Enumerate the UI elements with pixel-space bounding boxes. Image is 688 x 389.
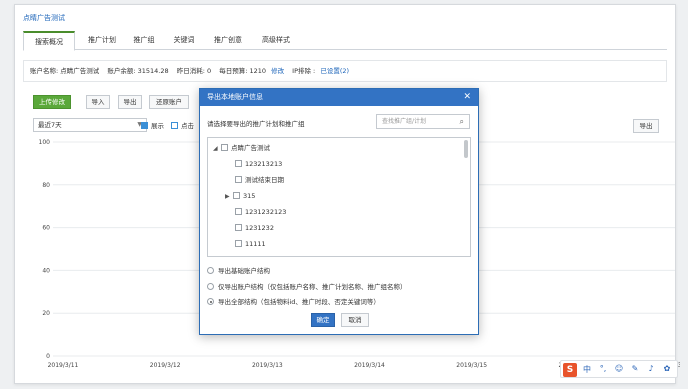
radio-button-selected[interactable] — [207, 298, 214, 305]
tree-item[interactable]: 123213213 — [235, 158, 282, 170]
dialog-prompt: 请选择要导出的推广计划和推广组 — [207, 120, 305, 128]
legend-click-label: 点击 — [181, 122, 194, 130]
plan-tree: ◢ 点睛广告测试 123213213 测试结束日期 ▶ 315 1231232123… — [207, 137, 471, 257]
chart-export-button[interactable]: 导出 — [633, 119, 659, 133]
tab-ad-groups[interactable]: 推广组 — [127, 31, 161, 50]
ip-exclude-link[interactable]: 已设置(2) — [320, 67, 349, 75]
tree-item[interactable]: 11111 — [235, 238, 266, 250]
tab-advanced-styles[interactable]: 高级样式 — [255, 31, 297, 50]
tree-scrollbar[interactable] — [464, 140, 468, 158]
legend-click-checkbox[interactable] — [171, 122, 178, 129]
option-label: 仅导出账户结构（仅包括账户名称、推广计划名称、推广组名称） — [218, 283, 407, 291]
ime-toolbar: S 中 °, ☺ ✎ ♪ ✿ — [560, 360, 678, 378]
date-range-select[interactable]: 最近7天 ▼ — [33, 118, 147, 132]
tree-item-label: 11111 — [245, 240, 266, 248]
radio-button[interactable] — [207, 267, 214, 274]
search-placeholder: 查找推广组/计划 — [382, 118, 427, 125]
x-tick-label: 2019/3/12 — [150, 362, 181, 369]
yesterday-spend: 昨日消耗: 0 — [176, 67, 212, 75]
export-button[interactable]: 导出 — [118, 95, 142, 109]
daily-budget: 每日预算: 1210 — [219, 67, 266, 75]
skin-icon[interactable]: ✿ — [661, 364, 673, 373]
export-dialog: 导出本地账户信息 ✕ 请选择要导出的推广计划和推广组 查找推广组/计划 ⌕ ◢ 点… — [199, 88, 479, 335]
ime-mode-toggle[interactable]: 中 — [581, 364, 593, 375]
tree-item[interactable]: 测试结束日期 — [235, 174, 284, 186]
tree-item[interactable]: 1231232123 — [235, 206, 286, 218]
punctuation-icon[interactable]: °, — [597, 364, 609, 373]
tree-item-checkbox[interactable] — [235, 256, 242, 257]
pen-icon[interactable]: ✎ — [629, 364, 641, 373]
y-tick-label: 60 — [42, 225, 50, 232]
tree-root[interactable]: ◢ 点睛广告测试 — [213, 142, 270, 154]
tree-root-checkbox[interactable] — [221, 144, 228, 151]
dialog-title: 导出本地账户信息 — [207, 93, 263, 101]
upload-changes-button[interactable]: 上传修改 — [33, 95, 71, 109]
microphone-icon[interactable]: ♪ — [645, 364, 657, 373]
tree-item[interactable]: 1231232 — [235, 222, 274, 234]
restore-account-button[interactable]: 还原账户 — [149, 95, 189, 109]
tab-campaigns[interactable]: 推广计划 — [81, 31, 123, 50]
tree-item-label: 123213213 — [245, 160, 283, 168]
tree-item-label: 1111 — [245, 256, 262, 257]
import-button[interactable]: 导入 — [86, 95, 110, 109]
legend-show-label: 展示 — [151, 122, 164, 130]
account-name: 账户名称: 点睛广告测试 — [30, 67, 100, 75]
option-label: 导出全部结构（包括物料id、推广时段、否定关键词等） — [218, 298, 380, 306]
expand-down-icon[interactable]: ◢ — [213, 143, 221, 155]
tree-item-label: 1231232123 — [245, 208, 287, 216]
y-tick-label: 20 — [42, 310, 50, 317]
export-basic-option[interactable]: 导出基础账户结构 — [207, 265, 270, 277]
account-title[interactable]: 点睛广告测试 — [23, 13, 65, 23]
tree-item[interactable]: ▶ 315 — [225, 190, 255, 202]
edit-budget-link[interactable]: 修改 — [271, 67, 284, 75]
cancel-button[interactable]: 取消 — [341, 313, 369, 327]
tree-item-checkbox[interactable] — [233, 192, 240, 199]
tree-item[interactable]: 1111 — [235, 254, 262, 257]
radio-button[interactable] — [207, 283, 214, 290]
option-label: 导出基础账户结构 — [218, 267, 270, 275]
tree-item-label: 测试结束日期 — [245, 176, 284, 184]
y-tick-label: 80 — [42, 182, 50, 189]
expand-right-icon[interactable]: ▶ — [225, 191, 233, 203]
tree-item-checkbox[interactable] — [235, 208, 242, 215]
tree-item-label: 1231232 — [245, 224, 274, 232]
sogou-logo-icon[interactable]: S — [563, 363, 577, 377]
tab-bar: 搜索概况 推广计划 推广组 关键词 推广创意 高级样式 — [23, 31, 667, 51]
ip-exclude-label: IP排除 : — [292, 67, 316, 75]
tree-item-checkbox[interactable] — [235, 160, 242, 167]
tree-root-label: 点睛广告测试 — [231, 144, 270, 152]
tree-item-checkbox[interactable] — [235, 176, 242, 183]
plan-search-input[interactable]: 查找推广组/计划 ⌕ — [376, 114, 470, 129]
dialog-header: 导出本地账户信息 ✕ — [200, 89, 478, 106]
ok-button[interactable]: 确定 — [311, 313, 335, 327]
emoji-icon[interactable]: ☺ — [613, 364, 625, 373]
y-tick-label: 0 — [46, 353, 50, 360]
close-icon[interactable]: ✕ — [463, 89, 471, 106]
tab-creatives[interactable]: 推广创意 — [207, 31, 249, 50]
tab-overview[interactable]: 搜索概况 — [23, 31, 75, 51]
tree-item-checkbox[interactable] — [235, 240, 242, 247]
x-tick-label: 2019/3/11 — [48, 362, 79, 369]
x-tick-label: 2019/3/15 — [456, 362, 487, 369]
account-balance: 账户余额: 31514.28 — [107, 67, 169, 75]
tab-keywords[interactable]: 关键词 — [167, 31, 201, 50]
date-range-value: 最近7天 — [38, 121, 62, 129]
export-structure-option[interactable]: 仅导出账户结构（仅包括账户名称、推广计划名称、推广组名称） — [207, 281, 407, 293]
legend-show-checkbox[interactable] — [141, 122, 148, 129]
export-full-option[interactable]: 导出全部结构（包括物料id、推广时段、否定关键词等） — [207, 296, 380, 308]
y-tick-label: 100 — [39, 139, 51, 146]
tree-item-checkbox[interactable] — [235, 224, 242, 231]
search-icon[interactable]: ⌕ — [460, 115, 464, 128]
x-tick-label: 2019/3/13 — [252, 362, 283, 369]
y-tick-label: 40 — [42, 267, 50, 274]
account-info-bar: 账户名称: 点睛广告测试 账户余额: 31514.28 昨日消耗: 0 每日预算… — [23, 60, 667, 82]
x-tick-label: 2019/3/14 — [354, 362, 385, 369]
tree-item-label: 315 — [243, 192, 256, 200]
